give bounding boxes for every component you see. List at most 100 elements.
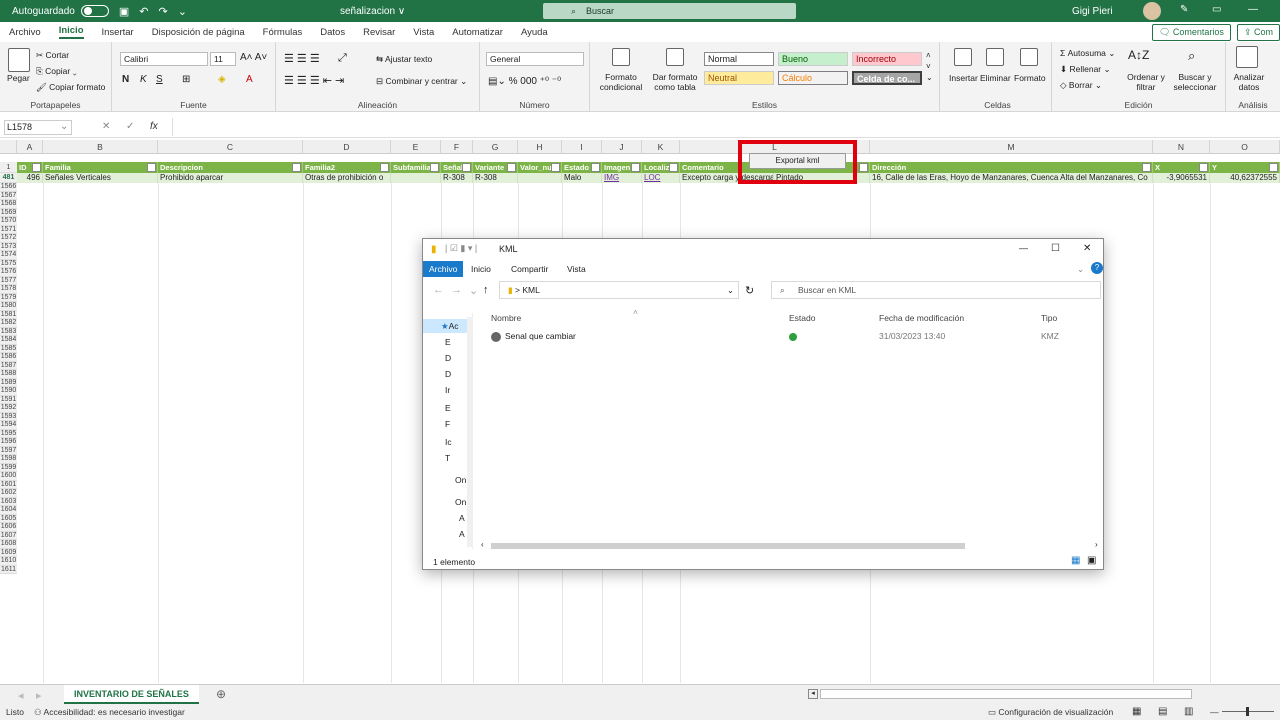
formula-input[interactable] [172, 118, 1280, 136]
add-sheet-icon[interactable]: ⊕ [216, 687, 226, 701]
format-cells-label[interactable]: Formato [1014, 73, 1046, 83]
font-color-icon[interactable]: A [246, 74, 253, 85]
menu-archivo[interactable]: Archivo [9, 27, 41, 38]
align-left-icon[interactable]: ☰ ☰ ☰ ⇤ ⇥ [284, 74, 344, 87]
nav-item[interactable]: Ic [445, 437, 452, 447]
column-tipo[interactable]: Tipo [1041, 313, 1057, 323]
conditional-format-icon[interactable] [612, 48, 630, 66]
autosave-toggle[interactable] [80, 5, 109, 17]
insert-cells-icon[interactable] [954, 48, 972, 66]
cell-familia2[interactable]: Otras de prohibición o [303, 173, 391, 183]
column-nombre[interactable]: Nombre [491, 313, 521, 323]
clear-button[interactable]: ◇ Borrar ⌄ [1060, 80, 1102, 91]
row-header[interactable]: 1574 [0, 251, 17, 260]
delete-cells-icon[interactable] [986, 48, 1004, 66]
row-header[interactable]: 1602 [0, 489, 17, 498]
zoom-slider-thumb[interactable] [1246, 707, 1249, 716]
bold-icon[interactable]: N [122, 74, 129, 85]
row-header[interactable]: 1570 [0, 217, 17, 226]
currency-icon[interactable]: ▤⌄ % 000 ⁺⁰ ⁻⁰ [488, 76, 561, 87]
prev-sheet-icon[interactable]: ◂ [18, 689, 24, 702]
filter-icon[interactable] [1199, 163, 1208, 172]
filter-icon[interactable] [292, 163, 301, 172]
row-header[interactable]: 1588 [0, 370, 17, 379]
cell-x[interactable]: -3,9065531 [1153, 173, 1210, 183]
header-familia[interactable]: Familia [43, 162, 158, 173]
row-header[interactable]: 1608 [0, 540, 17, 549]
style-normal[interactable]: Normal [704, 52, 774, 66]
nav-item[interactable]: Ir [445, 385, 450, 395]
row-header[interactable]: 1573 [0, 242, 17, 251]
header-imagen[interactable]: Imagen [602, 162, 642, 173]
conditional-format-label[interactable]: Formato condicional [596, 72, 646, 92]
large-icons-view-icon[interactable]: ▣ [1087, 555, 1096, 566]
style-bueno[interactable]: Bueno [778, 52, 848, 66]
customize-icon[interactable]: ⌄ [178, 5, 187, 18]
nav-item[interactable]: A [459, 513, 465, 523]
minimize-icon[interactable]: — [1248, 4, 1258, 15]
cell-senal[interactable]: R-308 [441, 173, 473, 183]
header-x[interactable]: X [1153, 162, 1210, 173]
format-cells-icon[interactable] [1020, 48, 1038, 66]
menu-insertar[interactable]: Insertar [102, 27, 134, 38]
wrap-text-button[interactable]: ⇆ Ajustar texto [376, 54, 432, 65]
cell-imagen-link[interactable]: IMG [602, 173, 642, 183]
col-header-k[interactable]: K [642, 140, 680, 154]
row-header-1[interactable]: 1 [0, 162, 17, 173]
menu-disposicion[interactable]: Disposición de página [152, 27, 245, 38]
accessibility-status[interactable]: ⚇ Accesibilidad: es necesario investigar [34, 707, 185, 718]
cancel-icon[interactable]: ✕ [102, 121, 110, 132]
row-header[interactable]: 1571 [0, 225, 17, 234]
delete-cells-label[interactable]: Eliminar [980, 73, 1011, 83]
ribbon-display-icon[interactable]: ▭ [1212, 4, 1221, 15]
row-header[interactable]: 1568 [0, 200, 17, 209]
increase-font-icon[interactable]: A˄ A˅ [240, 52, 267, 63]
filter-icon[interactable] [462, 163, 471, 172]
menu-ayuda[interactable]: Ayuda [521, 27, 548, 38]
row-header[interactable]: 1599 [0, 463, 17, 472]
header-descripcion[interactable]: Descripcion [158, 162, 303, 173]
row-header[interactable]: 1575 [0, 259, 17, 268]
cell-direccion[interactable]: 16, Calle de las Eras, Hoyo de Manzanare… [870, 173, 1153, 183]
explorer-maximize-icon[interactable]: ☐ [1051, 243, 1060, 254]
cell-subfamilia[interactable] [391, 173, 441, 183]
undo-icon[interactable]: ↶ [139, 5, 148, 18]
nav-item[interactable]: F [445, 419, 450, 429]
row-header[interactable]: 1580 [0, 302, 17, 311]
nav-item[interactable]: D [445, 353, 451, 363]
user-name[interactable]: Gigi Pieri [1072, 6, 1113, 17]
nav-item[interactable]: D [445, 369, 451, 379]
next-sheet-icon[interactable]: ▸ [36, 689, 42, 702]
cell-descripcion[interactable]: Prohibido aparcar [158, 173, 303, 183]
col-header-c[interactable]: C [158, 140, 303, 154]
back-icon[interactable]: ← [433, 284, 444, 296]
scroll-left-icon[interactable]: ‹ [481, 540, 484, 549]
row-header[interactable]: 1579 [0, 293, 17, 302]
scroll-right-icon[interactable]: › [1095, 540, 1098, 549]
row-header-481[interactable]: 481 [0, 173, 17, 183]
filter-icon[interactable] [591, 163, 600, 172]
row-header[interactable]: 1603 [0, 497, 17, 506]
filter-icon[interactable] [430, 163, 439, 172]
analyze-data-icon[interactable] [1236, 46, 1258, 68]
menu-automatizar[interactable]: Automatizar [452, 27, 503, 38]
row-header[interactable]: 1572 [0, 234, 17, 243]
forward-icon[interactable]: → [451, 284, 462, 296]
header-localiza[interactable]: Localiza [642, 162, 680, 173]
filter-icon[interactable] [1142, 163, 1151, 172]
explorer-tab-vista[interactable]: Vista [567, 264, 586, 274]
cell-valor[interactable] [518, 173, 562, 183]
col-header-b[interactable]: B [43, 140, 158, 154]
hscroll-left-icon[interactable]: ◂ [808, 689, 818, 699]
align-top-icon[interactable]: ☰ ☰ ☰ [284, 52, 320, 65]
menu-inicio[interactable]: Inicio [58, 25, 84, 39]
row-header[interactable]: 1584 [0, 336, 17, 345]
refresh-icon[interactable]: ↻ [745, 284, 754, 297]
col-header-h[interactable]: H [518, 140, 562, 154]
export-kml-button[interactable]: Exportal kml [749, 153, 846, 169]
nav-onedrive[interactable]: On [455, 497, 466, 507]
expand-ribbon-icon[interactable]: ⌄ [1077, 264, 1084, 275]
up-icon[interactable]: ↑ [483, 284, 489, 296]
document-title[interactable]: señalizacion ∨ [340, 6, 405, 17]
cut-button[interactable]: ✂ Cortar [36, 50, 69, 61]
